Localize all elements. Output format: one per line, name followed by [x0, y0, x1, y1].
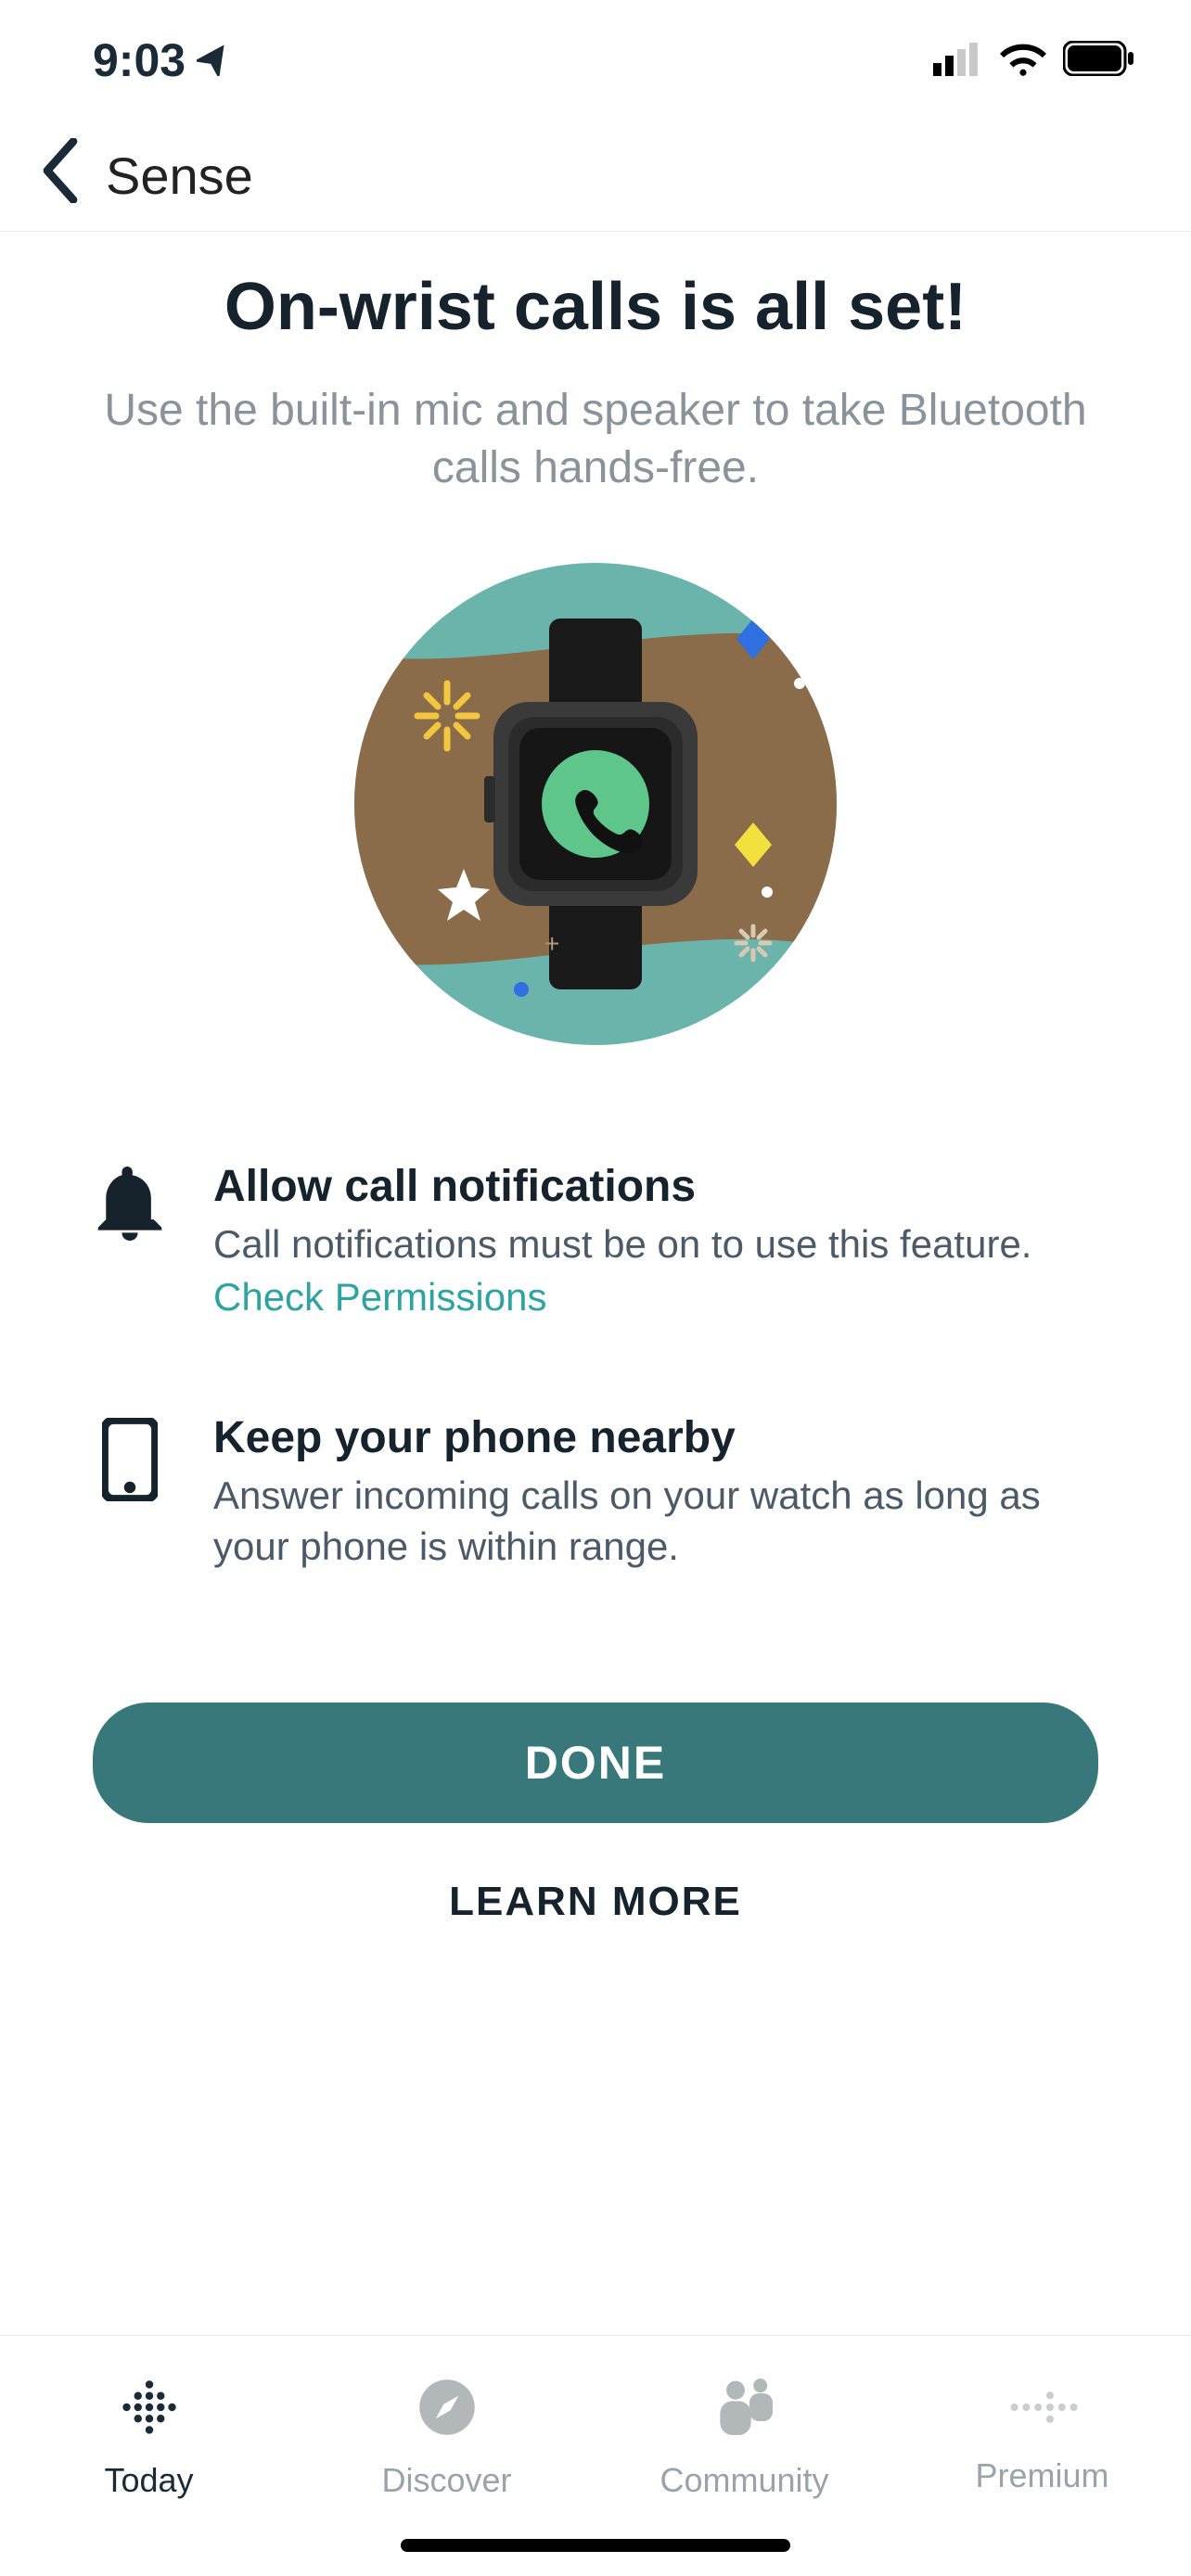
compass-icon: [415, 2375, 480, 2448]
nav-title[interactable]: Sense: [106, 146, 253, 206]
info-title: Allow call notifications: [213, 1161, 1031, 1212]
tab-premium[interactable]: Premium: [893, 2336, 1191, 2576]
bell-icon: [93, 1161, 167, 1320]
learn-more-button[interactable]: LEARN MORE: [449, 1879, 742, 1925]
info-title: Keep your phone nearby: [213, 1412, 1098, 1463]
info-row-notifications: Allow call notifications Call notificati…: [93, 1161, 1098, 1320]
done-button[interactable]: DONE: [93, 1702, 1098, 1823]
status-time: 9:03: [93, 33, 186, 87]
nav-bar: Sense: [0, 121, 1191, 232]
info-desc: Answer incoming calls on your watch as l…: [213, 1471, 1098, 1572]
phone-icon: [93, 1412, 167, 1572]
tab-label: Today: [104, 2461, 193, 2500]
check-permissions-link[interactable]: Check Permissions: [213, 1275, 546, 1320]
tab-label: Discover: [381, 2461, 511, 2500]
tab-label: Premium: [975, 2456, 1108, 2495]
info-row-phone-nearby: Keep your phone nearby Answer incoming c…: [93, 1412, 1098, 1572]
tab-today[interactable]: Today: [0, 2336, 298, 2576]
status-bar: 9:03: [0, 0, 1191, 121]
wifi-icon: [1000, 33, 1046, 87]
community-icon: [708, 2375, 782, 2448]
svg-text:+: +: [544, 929, 559, 958]
location-icon: [197, 33, 234, 87]
main-content: On-wrist calls is all set! Use the built…: [0, 232, 1191, 1925]
page-subhead: Use the built-in mic and speaker to take…: [56, 382, 1135, 498]
hero-illustration: +: [56, 563, 1135, 1050]
today-icon: [117, 2375, 182, 2448]
info-desc: Call notifications must be on to use thi…: [213, 1219, 1031, 1270]
battery-icon: [1063, 33, 1135, 87]
home-indicator: [401, 2539, 790, 2552]
premium-icon: [1005, 2379, 1080, 2443]
cellular-icon: [933, 33, 983, 87]
back-button[interactable]: [37, 138, 83, 213]
tab-label: Community: [660, 2461, 828, 2500]
page-headline: On-wrist calls is all set!: [56, 269, 1135, 345]
